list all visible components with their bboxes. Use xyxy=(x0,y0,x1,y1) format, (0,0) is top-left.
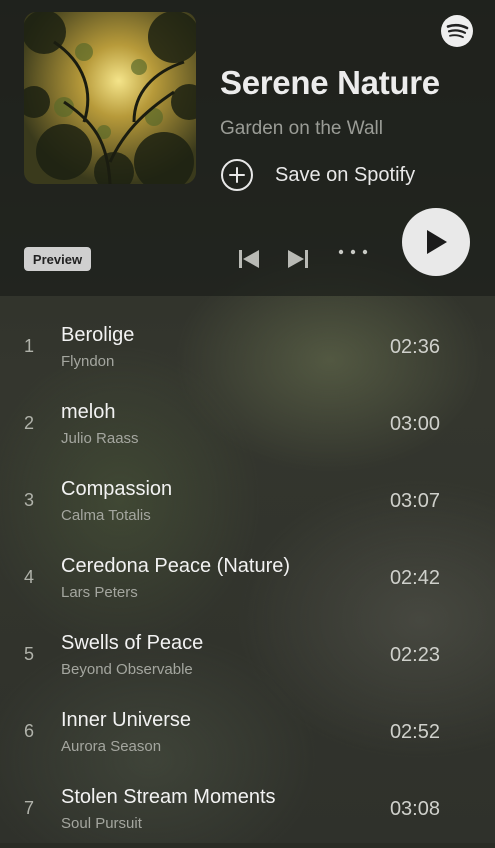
track-row[interactable]: 4 Ceredona Peace (Nature) Lars Peters 02… xyxy=(0,540,495,617)
track-duration: 03:08 xyxy=(389,798,440,820)
track-row[interactable]: 7 Stolen Stream Moments Soul Pursuit 03:… xyxy=(0,771,495,848)
album-art[interactable] xyxy=(24,12,196,184)
track-number: 6 xyxy=(24,721,35,741)
more-horizontal-icon[interactable] xyxy=(337,245,369,259)
play-button[interactable] xyxy=(402,208,470,276)
track-artist[interactable]: Soul Pursuit xyxy=(61,815,142,832)
track-artist[interactable]: Aurora Season xyxy=(61,738,161,755)
track-number: 7 xyxy=(24,798,35,818)
preview-badge: Preview xyxy=(24,247,91,271)
track-duration: 03:07 xyxy=(389,490,440,512)
track-number: 1 xyxy=(24,336,35,356)
track-title: Berolige xyxy=(61,324,135,346)
track-artist[interactable]: Julio Raass xyxy=(61,430,139,447)
skip-next-icon[interactable] xyxy=(286,247,310,271)
track-title: Stolen Stream Moments xyxy=(61,786,276,808)
embed-header: Serene Nature Garden on the Wall Save on… xyxy=(0,0,495,296)
track-title: Inner Universe xyxy=(61,709,192,731)
save-on-spotify-button[interactable]: Save on Spotify xyxy=(220,158,415,192)
track-row[interactable]: 6 Inner Universe Aurora Season 02:52 xyxy=(0,694,495,771)
track-artist[interactable]: Lars Peters xyxy=(61,584,138,601)
track-title: Compassion xyxy=(61,478,173,500)
track-row[interactable]: 2 meloh Julio Raass 03:00 xyxy=(0,386,495,463)
track-artist[interactable]: Flyndon xyxy=(61,353,114,370)
album-title[interactable]: Serene Nature xyxy=(220,64,440,102)
track-number: 3 xyxy=(24,490,35,510)
track-row[interactable]: 1 Berolige Flyndon 02:36 xyxy=(0,309,495,386)
track-number: 5 xyxy=(24,644,35,664)
save-label: Save on Spotify xyxy=(275,163,416,186)
skip-previous-icon[interactable] xyxy=(237,247,261,271)
track-title: Ceredona Peace (Nature) xyxy=(61,555,291,577)
track-row[interactable]: 5 Swells of Peace Beyond Observable 02:2… xyxy=(0,617,495,694)
play-icon xyxy=(427,230,447,254)
track-title: meloh xyxy=(61,401,116,423)
track-duration: 02:42 xyxy=(389,567,440,589)
track-list: 1 Berolige Flyndon 02:36 2 meloh Julio R… xyxy=(0,309,495,848)
track-duration: 03:00 xyxy=(389,413,440,435)
plus-circle-icon xyxy=(221,159,253,191)
track-title: Swells of Peace xyxy=(61,632,204,654)
album-artist[interactable]: Garden on the Wall xyxy=(220,118,383,140)
track-number: 4 xyxy=(24,567,35,587)
track-artist[interactable]: Beyond Observable xyxy=(61,661,193,678)
spotify-logo-icon[interactable] xyxy=(440,14,474,48)
track-duration: 02:23 xyxy=(389,644,440,666)
track-duration: 02:52 xyxy=(389,721,440,743)
track-artist[interactable]: Calma Totalis xyxy=(61,507,151,524)
track-number: 2 xyxy=(24,413,35,433)
track-duration: 02:36 xyxy=(389,336,440,358)
track-row[interactable]: 3 Compassion Calma Totalis 03:07 xyxy=(0,463,495,540)
